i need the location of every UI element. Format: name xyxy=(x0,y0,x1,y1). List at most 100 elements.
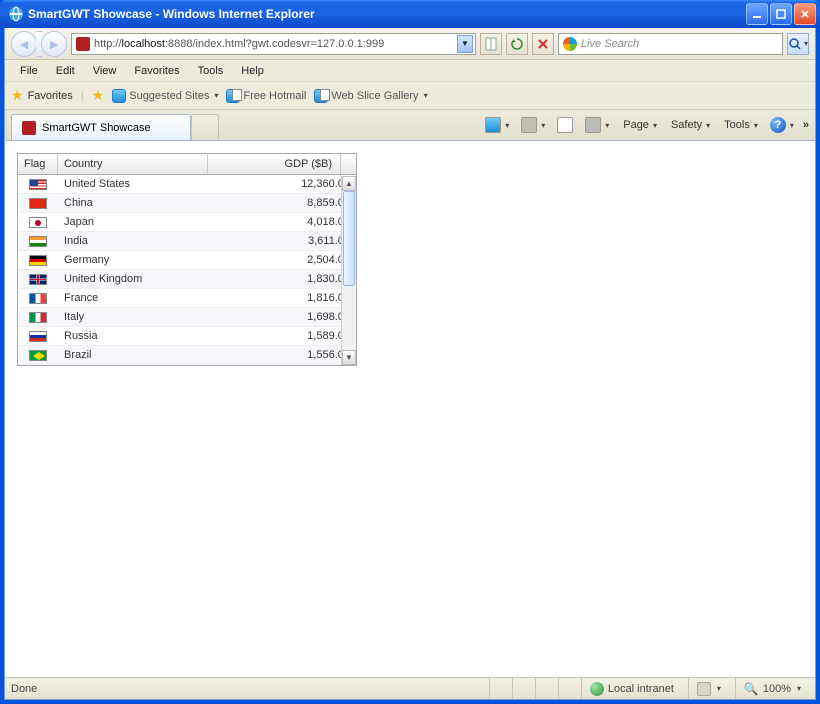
read-mail-button[interactable] xyxy=(554,114,576,136)
window-title: SmartGWT Showcase - Windows Internet Exp… xyxy=(28,7,746,21)
scroll-thumb[interactable] xyxy=(343,191,355,286)
table-row[interactable]: Japan4,018.00 xyxy=(18,213,356,232)
title-bar: SmartGWT Showcase - Windows Internet Exp… xyxy=(0,0,820,28)
table-row[interactable]: United Kingdom1,830.00 xyxy=(18,270,356,289)
cell-flag xyxy=(18,251,58,269)
cell-country: Japan xyxy=(58,213,208,231)
chevron-down-icon: ▾ xyxy=(754,121,758,130)
overflow-button[interactable]: » xyxy=(803,119,809,131)
flag-icon xyxy=(29,350,47,361)
cell-flag xyxy=(18,327,58,345)
cell-country: India xyxy=(58,232,208,250)
suggested-sites-link[interactable]: Suggested Sites▾ xyxy=(112,89,218,103)
scroll-up-button[interactable]: ▲ xyxy=(342,176,356,191)
forward-button[interactable]: ► xyxy=(41,31,67,57)
table-row[interactable]: India3,611.00 xyxy=(18,232,356,251)
favorites-label: Favorites xyxy=(28,90,73,102)
column-header-gdp[interactable]: GDP ($B) xyxy=(208,154,341,174)
zoom-icon: 🔍 xyxy=(744,682,759,696)
page-menu[interactable]: Page▾ xyxy=(618,116,660,134)
cell-country: China xyxy=(58,194,208,212)
add-favorite-button[interactable]: ★ xyxy=(92,87,105,104)
chevron-down-icon: ▾ xyxy=(505,121,509,130)
home-button[interactable]: ▾ xyxy=(482,114,512,136)
cell-country: Germany xyxy=(58,251,208,269)
menu-file[interactable]: File xyxy=(11,62,47,80)
chevron-down-icon: ▾ xyxy=(605,121,609,130)
table-row[interactable]: Italy1,698.00 xyxy=(18,308,356,327)
menu-bar: File Edit View Favorites Tools Help xyxy=(5,60,815,82)
flag-icon xyxy=(29,198,47,209)
scroll-track[interactable] xyxy=(342,191,356,350)
flag-icon xyxy=(29,274,47,285)
cell-gdp: 12,360.00 xyxy=(208,175,356,193)
help-button[interactable]: ?▾ xyxy=(767,114,797,136)
tab-active[interactable]: SmartGWT Showcase xyxy=(11,114,191,140)
menu-edit[interactable]: Edit xyxy=(47,62,84,80)
address-bar[interactable]: http://localhost:8888/index.html?gwt.cod… xyxy=(71,33,476,55)
column-header-country[interactable]: Country xyxy=(58,154,208,174)
maximize-button[interactable] xyxy=(770,3,792,25)
safety-menu[interactable]: Safety▾ xyxy=(666,116,713,134)
magnifier-icon xyxy=(788,37,802,51)
chevron-down-icon: ▾ xyxy=(797,684,801,693)
cell-gdp: 2,504.00 xyxy=(208,251,356,269)
flag-icon xyxy=(29,293,47,304)
shield-icon xyxy=(697,682,711,696)
menu-favorites[interactable]: Favorites xyxy=(125,62,188,80)
cell-flag xyxy=(18,308,58,326)
refresh-button[interactable] xyxy=(506,33,528,55)
table-row[interactable]: China8,859.00 xyxy=(18,194,356,213)
cell-country: United Kingdom xyxy=(58,270,208,288)
flag-icon xyxy=(29,217,47,228)
status-bar: Done Local intranet ▾ 🔍 100% ▾ xyxy=(5,677,815,699)
tab-bar: SmartGWT Showcase ▾ ▾ ▾ Page▾ Safety▾ To… xyxy=(5,110,815,140)
cell-country: Russia xyxy=(58,327,208,345)
cell-gdp: 1,698.00 xyxy=(208,308,356,326)
tab-title: SmartGWT Showcase xyxy=(42,122,151,134)
chevron-down-icon: ▾ xyxy=(424,91,428,100)
page-content: Flag Country GDP ($B) United States12,36… xyxy=(5,140,815,677)
cell-country: Brazil xyxy=(58,346,208,364)
table-row[interactable]: Brazil1,556.00 xyxy=(18,346,356,365)
menu-view[interactable]: View xyxy=(84,62,126,80)
zoom-control[interactable]: 🔍 100% ▾ xyxy=(735,678,809,699)
flag-icon xyxy=(29,255,47,266)
flag-icon xyxy=(29,179,47,190)
protected-mode[interactable]: ▾ xyxy=(688,678,729,699)
table-row[interactable]: Germany2,504.00 xyxy=(18,251,356,270)
table-row[interactable]: France1,816.00 xyxy=(18,289,356,308)
favorites-button[interactable]: ★ Favorites xyxy=(11,87,73,104)
close-button[interactable] xyxy=(794,3,816,25)
stop-button[interactable] xyxy=(532,33,554,55)
minimize-button[interactable] xyxy=(746,3,768,25)
table-row[interactable]: United States12,360.00 xyxy=(18,175,356,194)
search-go-button[interactable]: ▾ xyxy=(787,33,809,55)
column-header-flag[interactable]: Flag xyxy=(18,154,58,174)
column-header-spacer xyxy=(341,154,356,174)
tools-menu[interactable]: Tools▾ xyxy=(719,116,761,134)
compat-view-button[interactable] xyxy=(480,33,502,55)
back-button[interactable]: ◄ xyxy=(11,31,37,57)
chevron-down-icon: ▾ xyxy=(706,121,710,130)
cell-flag xyxy=(18,346,58,364)
search-input[interactable]: Live Search xyxy=(558,33,783,55)
site-favicon-icon xyxy=(76,37,90,51)
address-dropdown-button[interactable]: ▼ xyxy=(457,35,473,53)
ie-icon xyxy=(112,89,126,103)
chevron-down-icon: ▾ xyxy=(717,684,721,693)
feeds-button[interactable]: ▾ xyxy=(518,114,548,136)
print-button[interactable]: ▾ xyxy=(582,114,612,136)
new-tab-button[interactable] xyxy=(191,114,219,140)
scroll-down-button[interactable]: ▼ xyxy=(342,350,356,365)
security-zone[interactable]: Local intranet xyxy=(581,678,682,699)
web-slice-gallery-link[interactable]: Web Slice Gallery▾ xyxy=(314,89,427,103)
ie-page-icon xyxy=(314,89,328,103)
free-hotmail-link[interactable]: Free Hotmail xyxy=(226,89,306,103)
table-row[interactable]: Russia1,589.00 xyxy=(18,327,356,346)
home-icon xyxy=(485,117,501,133)
menu-help[interactable]: Help xyxy=(232,62,273,80)
command-bar: ▾ ▾ ▾ Page▾ Safety▾ Tools▾ ?▾ » xyxy=(482,114,809,136)
vertical-scrollbar[interactable]: ▲ ▼ xyxy=(341,176,356,365)
menu-tools[interactable]: Tools xyxy=(189,62,233,80)
